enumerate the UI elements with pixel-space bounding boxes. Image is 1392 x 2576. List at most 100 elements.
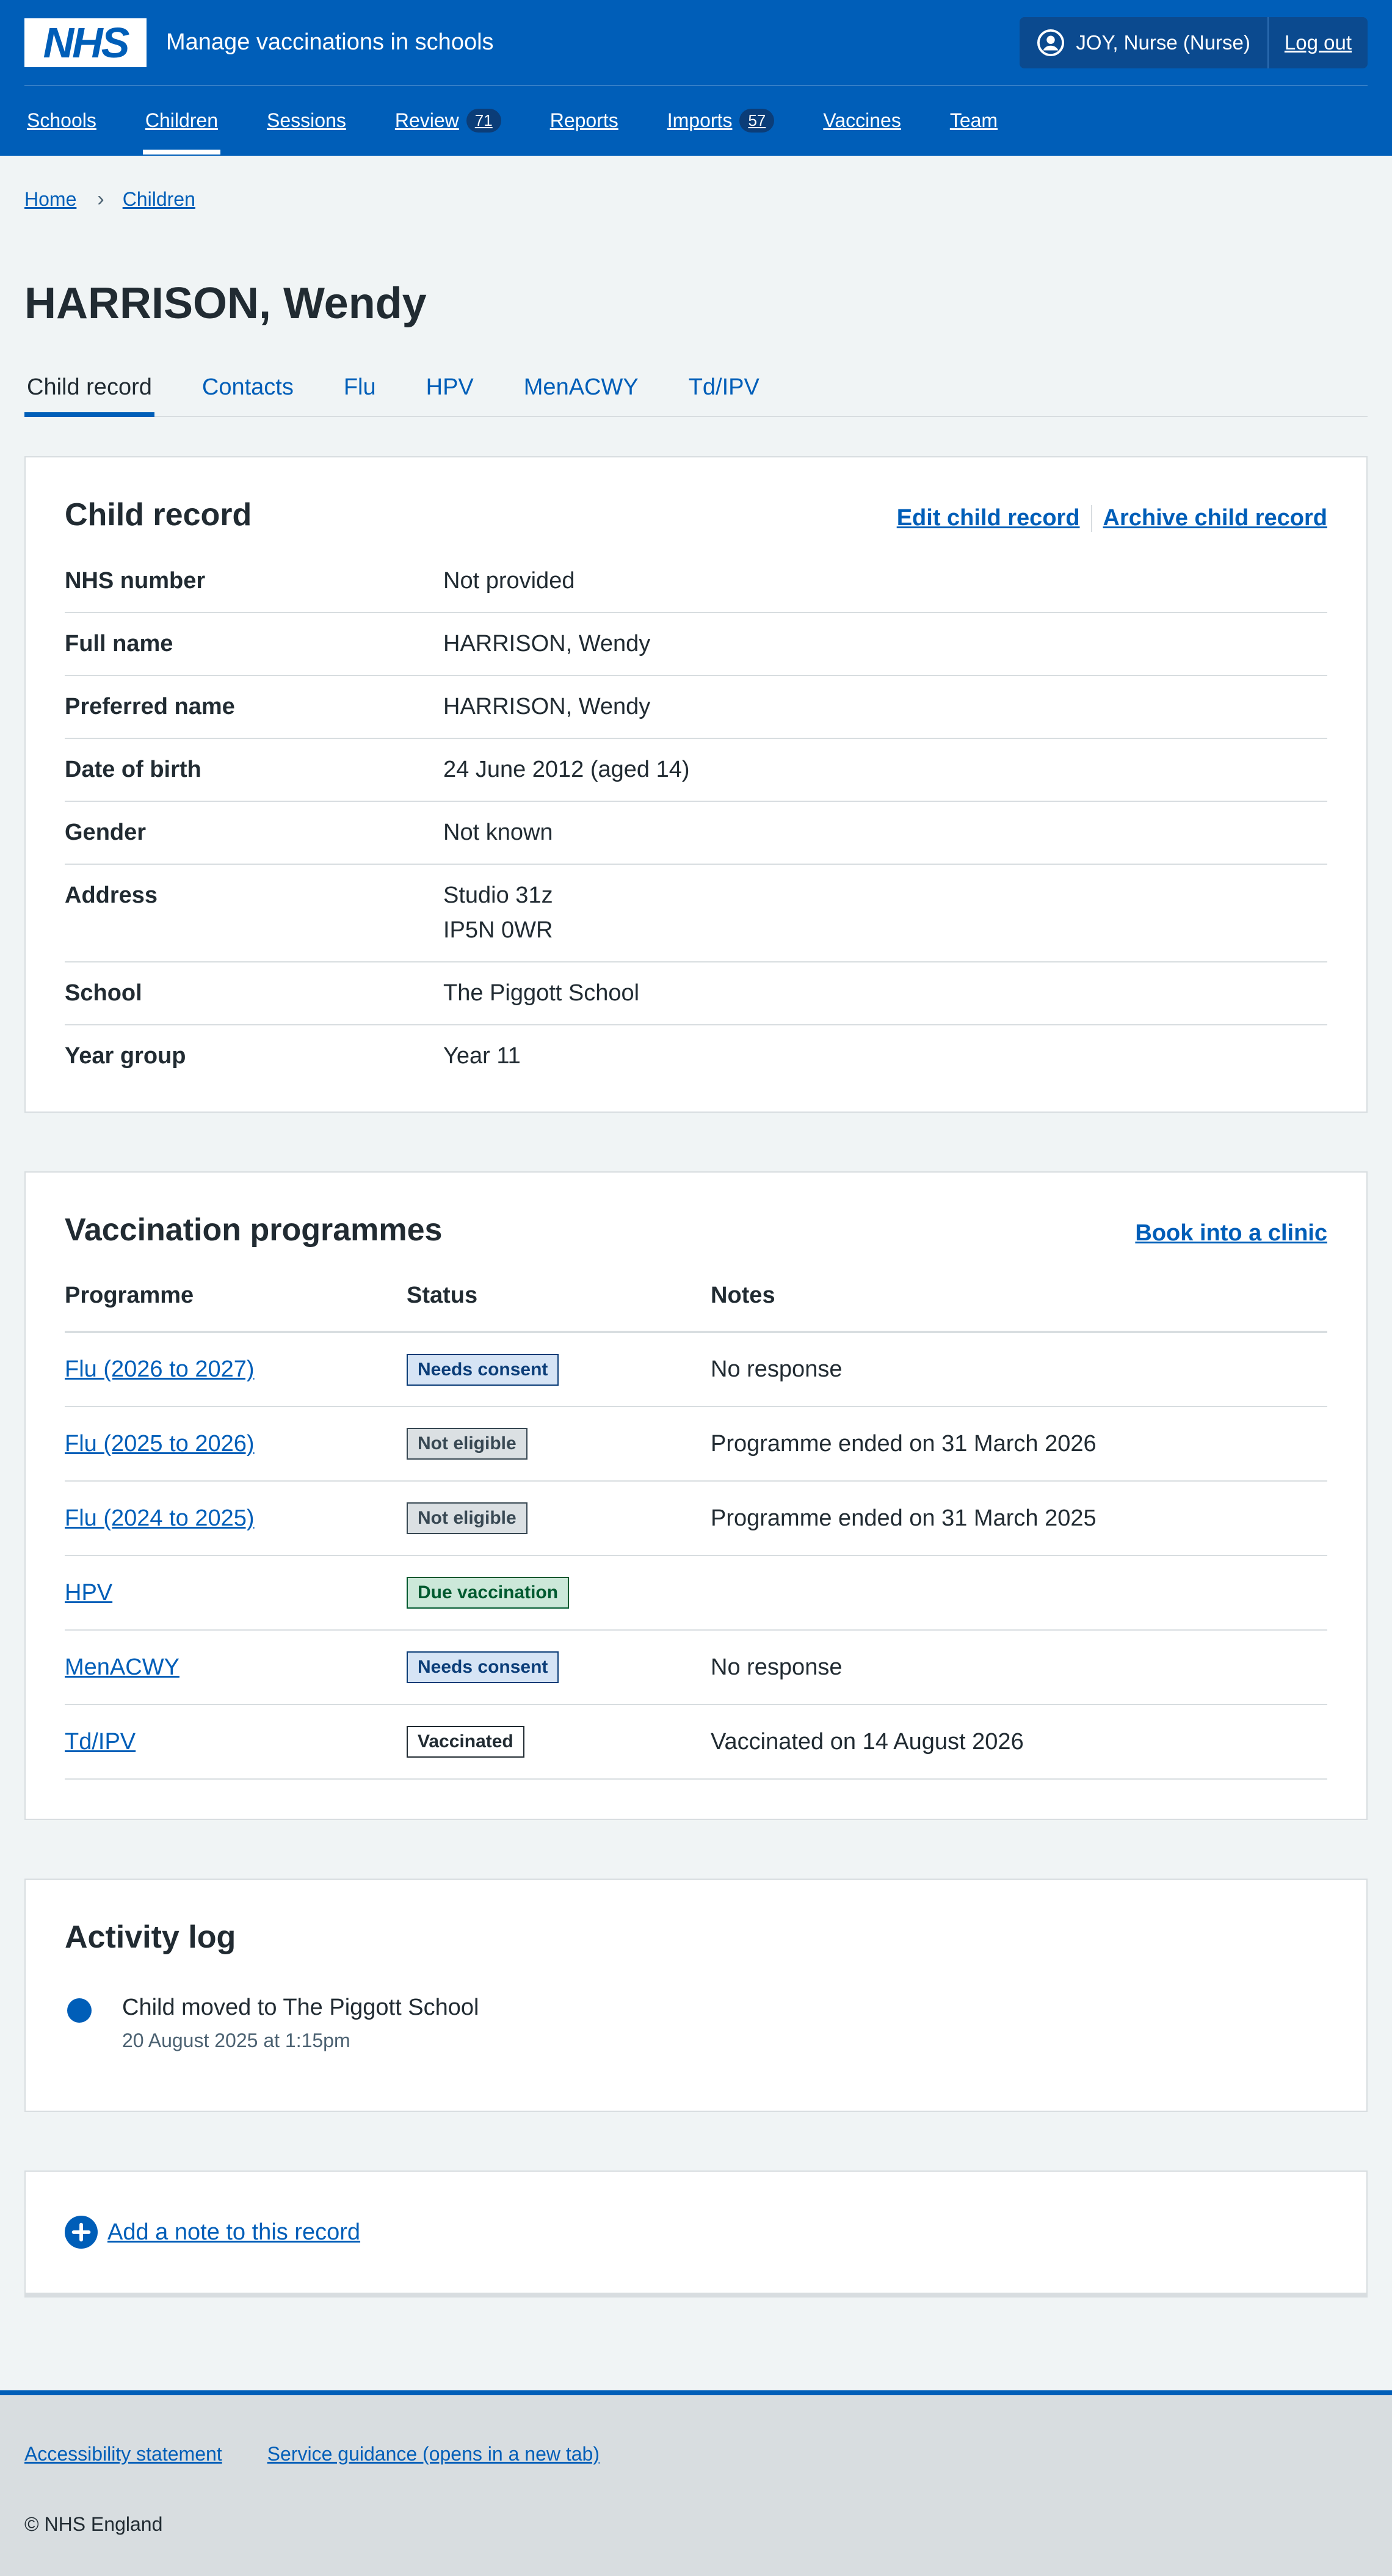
site-header: NHS Manage vaccinations in schools JOY, … (0, 0, 1392, 156)
programme-link[interactable]: Td/IPV (65, 1729, 136, 1755)
address-postcode: IP5N 0WR (443, 917, 553, 944)
breadcrumb-home[interactable]: Home (24, 188, 76, 211)
add-note-link[interactable]: Add a note to this record (107, 2219, 360, 2246)
service-name[interactable]: Manage vaccinations in schools (166, 29, 494, 56)
notes-cell: Programme ended on 31 March 2025 (711, 1481, 1327, 1557)
notes-cell: Programme ended on 31 March 2026 (711, 1406, 1327, 1482)
nav-label: Reports (549, 109, 618, 131)
site-footer: Accessibility statement Service guidance… (0, 2390, 1392, 2576)
status-badge: Needs consent (407, 1353, 559, 1386)
timeline-dot-icon (67, 1998, 92, 2023)
notes-cell: No response (711, 1332, 1327, 1408)
table-row: Td/IPV Vaccinated Vaccinated on 14 Augus… (65, 1705, 1327, 1780)
column-header: Status (407, 1283, 711, 1334)
nhs-logo[interactable]: NHS (24, 18, 147, 67)
copyright: © NHS England (24, 2513, 163, 2535)
accessibility-statement-link[interactable]: Accessibility statement (24, 2443, 222, 2465)
card-actions: Book into a clinic (1135, 1220, 1327, 1246)
column-header: Programme (65, 1283, 407, 1334)
programme-link[interactable]: Flu (2024 to 2025) (65, 1505, 255, 1531)
table-row: Flu (2026 to 2027) Needs consent No resp… (65, 1332, 1327, 1408)
summary-key: Preferred name (65, 694, 235, 720)
nav-item-vaccines[interactable]: Vaccines (821, 86, 903, 155)
edit-child-record-link[interactable]: Edit child record (897, 505, 1080, 531)
nav-label: Sessions (267, 109, 346, 131)
nav-item-schools[interactable]: Schools (24, 86, 99, 155)
table-row: Flu (2024 to 2025) Not eligible Programm… (65, 1481, 1327, 1557)
summary-key: Date of birth (65, 757, 201, 783)
summary-key: Address (65, 882, 158, 909)
tab-td-ipv[interactable]: Td/IPV (686, 359, 762, 416)
status-badge: Not eligible (407, 1428, 527, 1460)
programme-link[interactable]: MenACWY (65, 1654, 179, 1680)
column-header: Notes (711, 1283, 1327, 1334)
summary-key: NHS number (65, 568, 206, 594)
breadcrumb-children[interactable]: Children (123, 188, 195, 211)
summary-value: Studio 31z IP5N 0WR (443, 878, 1327, 948)
programme-link[interactable]: Flu (2026 to 2027) (65, 1356, 255, 1382)
service-guidance-link[interactable]: Service guidance (opens in a new tab) (267, 2443, 600, 2465)
activity-log-card: Activity log Child moved to The Piggott … (24, 1879, 1368, 2112)
programme-link[interactable]: Flu (2025 to 2026) (65, 1431, 255, 1457)
notes-cell: No response (711, 1630, 1327, 1706)
card-title: Child record (65, 497, 252, 533)
footer-links: Accessibility statement Service guidance… (24, 2443, 1368, 2465)
nav-label: Review (394, 109, 459, 131)
nav-item-children[interactable]: Children (142, 86, 221, 155)
tab-contacts[interactable]: Contacts (200, 359, 296, 416)
summary-key: School (65, 980, 142, 1006)
tab-child-record[interactable]: Child record (24, 359, 154, 418)
divider (1090, 504, 1092, 532)
summary-value: The Piggott School (443, 980, 640, 1006)
summary-list: NHS number Not provided Full name HARRIS… (65, 550, 1327, 1087)
summary-row: NHS number Not provided (65, 550, 1327, 614)
nav-item-team[interactable]: Team (948, 86, 1000, 155)
summary-value: HARRISON, Wendy (443, 694, 651, 720)
summary-key: Full name (65, 631, 173, 657)
tab-flu[interactable]: Flu (341, 359, 379, 416)
summary-row: Year group Year 11 (65, 1025, 1327, 1087)
summary-row: Gender Not known (65, 802, 1327, 865)
summary-row: Address Studio 31z IP5N 0WR (65, 865, 1327, 963)
summary-key: Year group (65, 1043, 186, 1069)
brand[interactable]: NHS Manage vaccinations in schools (24, 18, 494, 67)
tab-hpv[interactable]: HPV (424, 359, 476, 416)
card-title: Activity log (65, 1919, 236, 1956)
add-note-card: Add a note to this record (24, 2170, 1368, 2298)
summary-value: Not known (443, 820, 553, 846)
nav-item-review[interactable]: Review 71 (393, 86, 504, 155)
status-badge: Due vaccination (407, 1577, 570, 1609)
status-badge: Vaccinated (407, 1726, 524, 1758)
nav-item-sessions[interactable]: Sessions (264, 86, 349, 155)
nav-label: Children (145, 109, 219, 131)
tab-menacwy[interactable]: MenACWY (521, 359, 641, 416)
primary-nav: Schools Children Sessions Review 71 Repor… (24, 86, 1368, 155)
address-line-1: Studio 31z (443, 882, 553, 909)
status-badge: Needs consent (407, 1651, 559, 1684)
card-title: Vaccination programmes (65, 1212, 443, 1248)
add-note[interactable]: Add a note to this record (65, 2216, 360, 2249)
imports-count-badge: 57 (739, 108, 775, 133)
summary-row: Preferred name HARRISON, Wendy (65, 676, 1327, 740)
account-user: JOY, Nurse (Nurse) (1020, 16, 1269, 68)
archive-child-record-link[interactable]: Archive child record (1103, 505, 1327, 531)
table-header-row: Programme Status Notes (65, 1283, 1327, 1334)
nav-item-reports[interactable]: Reports (548, 86, 621, 155)
status-badge: Not eligible (407, 1502, 527, 1535)
summary-value: 24 June 2012 (aged 14) (443, 757, 690, 783)
programme-link[interactable]: HPV (65, 1580, 112, 1606)
book-into-clinic-link[interactable]: Book into a clinic (1135, 1220, 1327, 1246)
header-top: NHS Manage vaccinations in schools JOY, … (24, 0, 1368, 86)
nav-label: Vaccines (823, 109, 901, 131)
activity-time: 20 August 2025 at 1:15pm (122, 2029, 350, 2052)
logout-link[interactable]: Log out (1269, 17, 1368, 68)
card-header: Vaccination programmes Book into a clini… (65, 1212, 1327, 1248)
breadcrumb: Home › Children (24, 156, 1368, 211)
nav-item-imports[interactable]: Imports 57 (665, 86, 777, 155)
account-user-name: JOY, Nurse (Nurse) (1076, 31, 1250, 54)
notes-cell (711, 1555, 1327, 1631)
table-row: HPV Due vaccination (65, 1555, 1327, 1631)
plus-circle-icon (65, 2216, 98, 2249)
nav-label: Team (949, 109, 998, 131)
programmes-table: Programme Status Notes Flu (2026 to 2027… (65, 1283, 1327, 1780)
